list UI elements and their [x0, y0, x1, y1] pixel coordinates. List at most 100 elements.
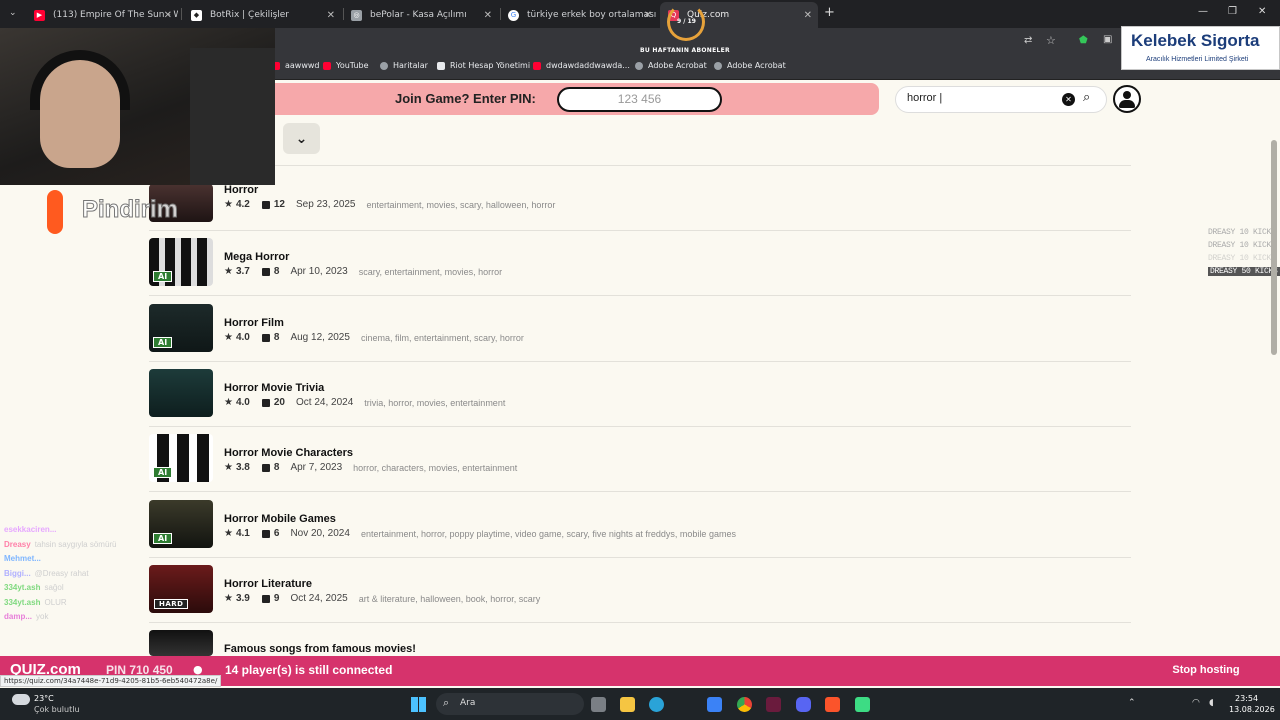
quiz-rating: 4.1 [235, 528, 250, 539]
tab-botrix[interactable]: ◆ BotRix | Çekilişler ✕ [183, 2, 341, 28]
chevron-down-icon: ⌄ [295, 130, 308, 147]
translate-icon[interactable]: ⇄ [1024, 35, 1032, 46]
ai-badge: AI [153, 533, 173, 544]
questions-icon [261, 594, 270, 603]
quiz-thumbnail[interactable]: AI [149, 434, 213, 482]
mail-icon[interactable] [707, 697, 722, 712]
quiz-title[interactable]: Horror Literature [224, 578, 312, 590]
star-icon: ★ [224, 332, 233, 343]
windows-taskbar [0, 688, 1280, 720]
quiz-title[interactable]: Horror Movie Characters [224, 447, 353, 459]
tab-youtube[interactable]: ▶ (113) Empire Of The Sun - We A ✕ [26, 2, 178, 28]
quiz-title[interactable]: Horror [224, 184, 258, 196]
bookmark-youtube[interactable]: YouTube [323, 61, 369, 70]
tab-google[interactable]: G türkiye erkek boy ortalaması 20 ✕ [500, 2, 658, 28]
quiz-date: Aug 12, 2025 [290, 332, 350, 343]
bookmark-acrobat-2[interactable]: Adobe Acrobat [714, 61, 786, 70]
result-row[interactable]: HARD Horror Literature ★ 3.9 9 Oct 24, 20… [149, 565, 1131, 615]
bookmark-aawwwd[interactable]: aawwwd [272, 61, 320, 70]
taskbar-search-label: Ara [460, 698, 476, 708]
row-divider [149, 491, 1131, 492]
app-icon[interactable] [766, 697, 781, 712]
quiz-rating: 4.2 [235, 199, 250, 210]
quiz-title[interactable]: Horror Mobile Games [224, 513, 336, 525]
join-game-label: Join Game? Enter PIN: [395, 91, 536, 106]
star-icon[interactable]: ☆ [1046, 34, 1056, 47]
close-icon[interactable]: ✕ [164, 10, 172, 21]
weather-icon [12, 694, 30, 705]
shield-extension-icon[interactable]: ⬟ [1079, 35, 1088, 46]
result-row[interactable]: AI Horror Mobile Games ★ 4.1 6 Nov 20, 20… [149, 500, 1131, 550]
bookmark-acrobat-1[interactable]: Adobe Acrobat [635, 61, 707, 70]
filter-dropdown-button[interactable]: ⌄ [283, 123, 320, 154]
windows-start-icon[interactable] [411, 697, 426, 712]
question-count: 8 [273, 462, 280, 473]
wifi-icon[interactable]: ◠ [1192, 698, 1200, 708]
chevron-up-icon[interactable]: ⌃ [1128, 698, 1136, 708]
extension-icon[interactable]: ▣ [1103, 34, 1112, 45]
quiz-title[interactable]: Horror Movie Trivia [224, 382, 324, 394]
chat-message: Biggi... @Dreasy rahat [4, 569, 89, 578]
questions-icon [261, 333, 270, 342]
window-close-button[interactable]: ✕ [1258, 6, 1266, 17]
result-row[interactable]: AI Horror Movie Characters ★ 3.8 8 Apr 7,… [149, 434, 1131, 484]
result-row[interactable]: Horror ★ 4.2 12 Sep 23, 2025 entertainme… [149, 184, 1131, 234]
close-icon[interactable]: ✕ [804, 10, 812, 21]
minimize-button[interactable]: — [1198, 6, 1208, 17]
search-icon[interactable]: ⌕ [1083, 90, 1090, 105]
quiz-thumbnail[interactable]: AI [149, 238, 213, 286]
quiz-thumbnail[interactable]: AI [149, 500, 213, 548]
result-row[interactable]: AI Mega Horror ★ 3.7 8 Apr 10, 2023 scary… [149, 238, 1131, 288]
bookmark-riot[interactable]: Riot Hesap Yönetimi [437, 61, 530, 70]
quiz-thumbnail[interactable] [149, 369, 213, 417]
close-icon[interactable]: ✕ [644, 10, 652, 21]
speaker-icon[interactable]: ◖ [1209, 698, 1214, 708]
quiz-date: Nov 20, 2024 [290, 528, 350, 539]
tab-search-icon[interactable]: ⌄ [9, 8, 17, 18]
quiz-title[interactable]: Mega Horror [224, 251, 289, 263]
task-view-icon[interactable] [591, 697, 606, 712]
questions-icon [261, 200, 270, 209]
discord-icon[interactable] [796, 697, 811, 712]
user-icon-body [1119, 100, 1135, 108]
chrome-icon[interactable] [737, 697, 752, 712]
quiz-thumbnail[interactable]: HARD [149, 565, 213, 613]
close-icon[interactable]: ✕ [327, 10, 335, 21]
star-icon: ★ [224, 528, 233, 539]
profile-button[interactable] [1113, 85, 1141, 113]
bookmark-maps[interactable]: Haritalar [380, 61, 428, 70]
bookmark-dwda[interactable]: dwdawdaddwawda... [533, 61, 630, 70]
chat-username: 334yt.ash [4, 583, 41, 592]
file-explorer-icon[interactable] [620, 697, 635, 712]
page-scrollbar[interactable] [1271, 140, 1277, 355]
new-tab-button[interactable]: + [824, 5, 835, 20]
question-count: 9 [273, 593, 280, 604]
edge-icon[interactable] [649, 697, 664, 712]
quiz-title[interactable]: Famous songs from famous movies! [224, 643, 416, 655]
maximize-button[interactable]: ❐ [1228, 6, 1237, 17]
quiz-title[interactable]: Horror Film [224, 317, 284, 329]
quiz-rating: 3.9 [235, 593, 250, 604]
search-icon: ⌕ [443, 696, 450, 709]
app-icon[interactable] [855, 697, 870, 712]
quiz-thumbnail[interactable] [149, 630, 213, 656]
quiz-thumbnail[interactable]: AI [149, 304, 213, 352]
clock-time[interactable]: 23:54 [1235, 694, 1258, 703]
stop-hosting-button[interactable]: Stop hosting [1150, 659, 1262, 681]
clock-date[interactable]: 13.08.2026 [1229, 705, 1275, 714]
sub-goal-count: 9 / 19 [677, 18, 696, 25]
brave-icon[interactable] [825, 697, 840, 712]
star-icon: ★ [224, 462, 233, 473]
tab-bepolar[interactable]: ◎ bePolar - Kasa Açılımı ✕ [343, 2, 498, 28]
chat-text: @Dreasy rahat [34, 568, 89, 578]
status-url: https://quiz.com/34a7448e-71d9-4205-81b5… [0, 675, 222, 687]
taskbar-search[interactable]: ⌕ Ara [436, 693, 584, 715]
result-row[interactable]: Horror Movie Trivia ★ 4.0 20 Oct 24, 202… [149, 369, 1131, 419]
chat-text: OLUR [44, 597, 67, 607]
result-row[interactable]: AI Horror Film ★ 4.0 8 Aug 12, 2025 cinem… [149, 304, 1131, 354]
pin-input[interactable]: 123 456 [557, 87, 722, 112]
chat-message: damp... yok [4, 612, 48, 621]
close-icon[interactable]: ✕ [484, 10, 492, 21]
clear-search-icon[interactable]: ✕ [1062, 93, 1075, 106]
chat-username: esekkaciren... [4, 525, 57, 534]
